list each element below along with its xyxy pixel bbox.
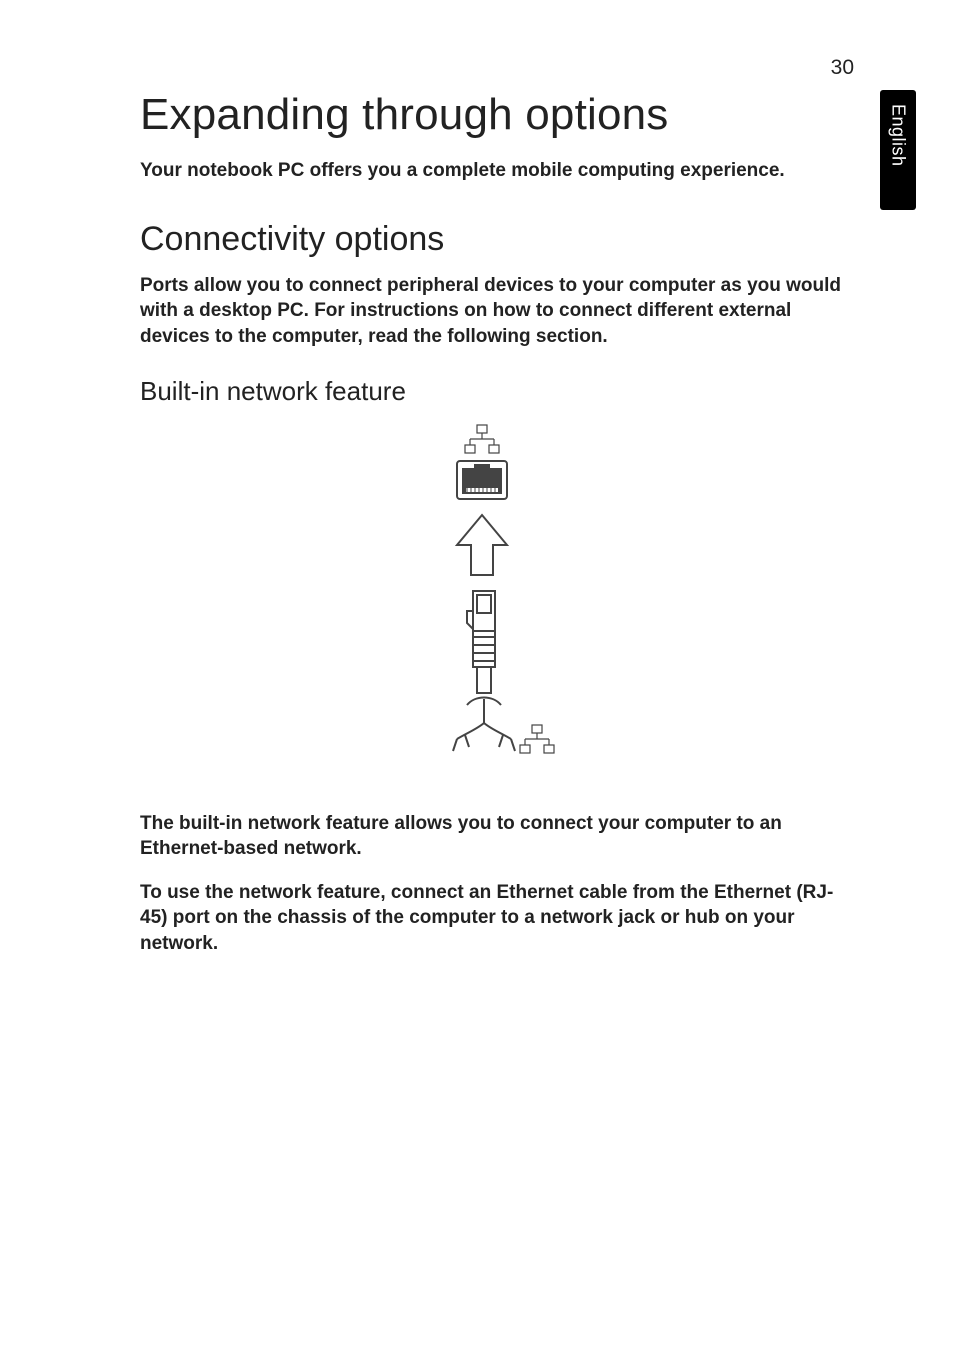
section-paragraph: Ports allow you to connect peripheral de… bbox=[140, 273, 854, 350]
up-arrow-icon bbox=[457, 515, 507, 575]
page-title: Expanding through options bbox=[140, 90, 854, 140]
language-tab-label: English bbox=[888, 104, 909, 167]
network-icon-bottom bbox=[520, 725, 554, 753]
intro-paragraph: Your notebook PC offers you a complete m… bbox=[140, 158, 854, 184]
ethernet-port-icon bbox=[457, 461, 507, 499]
body-paragraph-2: To use the network feature, connect an E… bbox=[140, 880, 840, 957]
cable-split-icon bbox=[453, 697, 515, 751]
page-number: 30 bbox=[831, 56, 854, 80]
ethernet-connection-diagram bbox=[417, 423, 577, 783]
section-heading-connectivity: Connectivity options bbox=[140, 220, 854, 259]
body-paragraph-1: The built-in network feature allows you … bbox=[140, 811, 840, 862]
subsection-heading-network: Built-in network feature bbox=[140, 376, 854, 407]
language-tab: English bbox=[880, 90, 916, 210]
network-icon-top bbox=[465, 425, 499, 453]
document-page: 30 English Expanding through options You… bbox=[0, 0, 954, 1369]
network-diagram-container bbox=[140, 423, 854, 783]
ethernet-cable-connector-icon bbox=[467, 591, 495, 693]
